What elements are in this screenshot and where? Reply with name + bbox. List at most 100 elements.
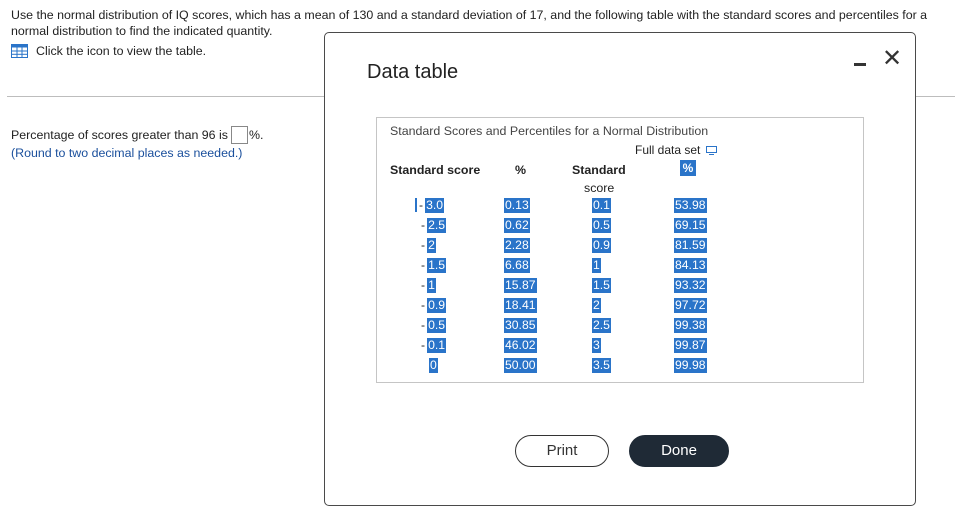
table-value: 50.00 xyxy=(504,358,537,373)
table-value: 2.5 xyxy=(592,318,611,333)
data-table-dialog: Data table ✕ Standard Scores and Percent… xyxy=(324,32,916,506)
cursor-bar xyxy=(415,198,417,212)
minus-sign: - xyxy=(421,218,426,232)
done-button[interactable]: Done xyxy=(629,435,729,467)
table-cell: 50.00 xyxy=(504,358,537,373)
table-value: 53.98 xyxy=(674,198,707,213)
table-cell: 46.02 xyxy=(504,338,537,353)
table-value: 46.02 xyxy=(504,338,537,353)
table-value: 0.9 xyxy=(592,238,611,253)
table-value: 0 xyxy=(429,358,438,373)
print-button[interactable]: Print xyxy=(515,435,609,467)
table-value: 97.72 xyxy=(674,298,707,313)
table-cell: 2.5 xyxy=(592,318,611,333)
table-cell: 15.87 xyxy=(504,278,537,293)
minus-sign: - xyxy=(421,278,426,292)
table-value: 30.85 xyxy=(504,318,537,333)
table-cell: 69.15 xyxy=(674,218,707,233)
table-cell: -1 xyxy=(421,278,436,293)
answer-prefix: Percentage of scores greater than 96 is xyxy=(11,128,228,142)
table-cell: 97.72 xyxy=(674,298,707,313)
minus-sign: - xyxy=(421,258,426,272)
table-cell: 84.13 xyxy=(674,258,707,273)
table-cell: 53.98 xyxy=(674,198,707,213)
table-value: 99.38 xyxy=(674,318,707,333)
table-cell: 6.68 xyxy=(504,258,530,273)
close-icon[interactable]: ✕ xyxy=(882,47,902,71)
table-cell: 93.32 xyxy=(674,278,707,293)
table-cell: 18.41 xyxy=(504,298,537,313)
table-value: 1.5 xyxy=(427,258,447,273)
table-value: 2 xyxy=(592,298,601,313)
table-cell: -3.0 xyxy=(415,198,445,213)
table-cell: 0 xyxy=(429,358,438,373)
full-data-set-link[interactable]: Full data set xyxy=(635,143,718,157)
view-table-link[interactable]: Click the icon to view the table. xyxy=(11,44,206,58)
table-value: 1 xyxy=(592,258,601,273)
minus-sign: - xyxy=(421,238,426,252)
table-value: 2.5 xyxy=(427,218,447,233)
table-grid-icon[interactable] xyxy=(11,44,28,58)
full-data-label: Full data set xyxy=(635,143,701,157)
table-value: 3.0 xyxy=(425,198,445,213)
table-cell: 1.5 xyxy=(592,278,611,293)
table-value: 1 xyxy=(427,278,436,293)
table-value: 15.87 xyxy=(504,278,537,293)
table-cell: 99.98 xyxy=(674,358,707,373)
table-cell: -0.1 xyxy=(421,338,447,353)
table-value: 1.5 xyxy=(592,278,611,293)
header-standard-score-2: Standard xyxy=(572,163,626,177)
answer-line: Percentage of scores greater than 96 is … xyxy=(11,126,263,144)
table-cell: -1.5 xyxy=(421,258,447,273)
minus-sign: - xyxy=(421,338,426,352)
table-cell: 0.9 xyxy=(592,238,611,253)
table-value: 0.5 xyxy=(592,218,611,233)
table-value: 3 xyxy=(592,338,601,353)
table-cell: 1 xyxy=(592,258,601,273)
table-cell: 3.5 xyxy=(592,358,611,373)
table-frame: Standard Scores and Percentiles for a No… xyxy=(376,117,864,383)
view-table-text: Click the icon to view the table. xyxy=(36,44,207,58)
table-value: 3.5 xyxy=(592,358,611,373)
table-cell: -2 xyxy=(421,238,436,253)
table-cell: 3 xyxy=(592,338,601,353)
table-value: 2 xyxy=(427,238,436,253)
table-value: 84.13 xyxy=(674,258,707,273)
table-value: 0.5 xyxy=(427,318,447,333)
table-cell: -0.9 xyxy=(421,298,447,313)
minus-sign: - xyxy=(421,298,426,312)
table-value: 0.62 xyxy=(504,218,530,233)
rounding-hint: (Round to two decimal places as needed.) xyxy=(11,146,243,160)
table-cell: 81.59 xyxy=(674,238,707,253)
copy-icon[interactable] xyxy=(706,145,718,155)
dialog-title: Data table xyxy=(367,61,459,83)
table-cell: 0.1 xyxy=(592,198,611,213)
header-standard-score: Standard score xyxy=(390,163,481,177)
table-value: 99.87 xyxy=(674,338,707,353)
header-standard-score-2-line2: score xyxy=(584,181,615,195)
minus-sign: - xyxy=(419,198,424,212)
table-value: 2.28 xyxy=(504,238,530,253)
header-percent: % xyxy=(515,163,527,177)
table-cell: 0.62 xyxy=(504,218,530,233)
table-value: 0.1 xyxy=(592,198,611,213)
table-cell: 99.87 xyxy=(674,338,707,353)
table-cell: -2.5 xyxy=(421,218,447,233)
table-caption: Standard Scores and Percentiles for a No… xyxy=(390,124,709,138)
table-value: 0.9 xyxy=(427,298,447,313)
answer-input[interactable] xyxy=(230,126,248,144)
table-value: 99.98 xyxy=(674,358,707,373)
table-value: 18.41 xyxy=(504,298,537,313)
minus-sign: - xyxy=(421,318,426,332)
table-value: 69.15 xyxy=(674,218,707,233)
table-value: 6.68 xyxy=(504,258,530,273)
table-cell: 30.85 xyxy=(504,318,537,333)
table-value: 81.59 xyxy=(674,238,707,253)
header-percent-2: % xyxy=(680,160,696,176)
table-value: 0.13 xyxy=(504,198,530,213)
table-cell: 2 xyxy=(592,298,601,313)
table-cell: 0.5 xyxy=(592,218,611,233)
table-cell: 0.13 xyxy=(504,198,530,213)
minimize-icon[interactable] xyxy=(854,57,868,71)
table-cell: -0.5 xyxy=(421,318,447,333)
